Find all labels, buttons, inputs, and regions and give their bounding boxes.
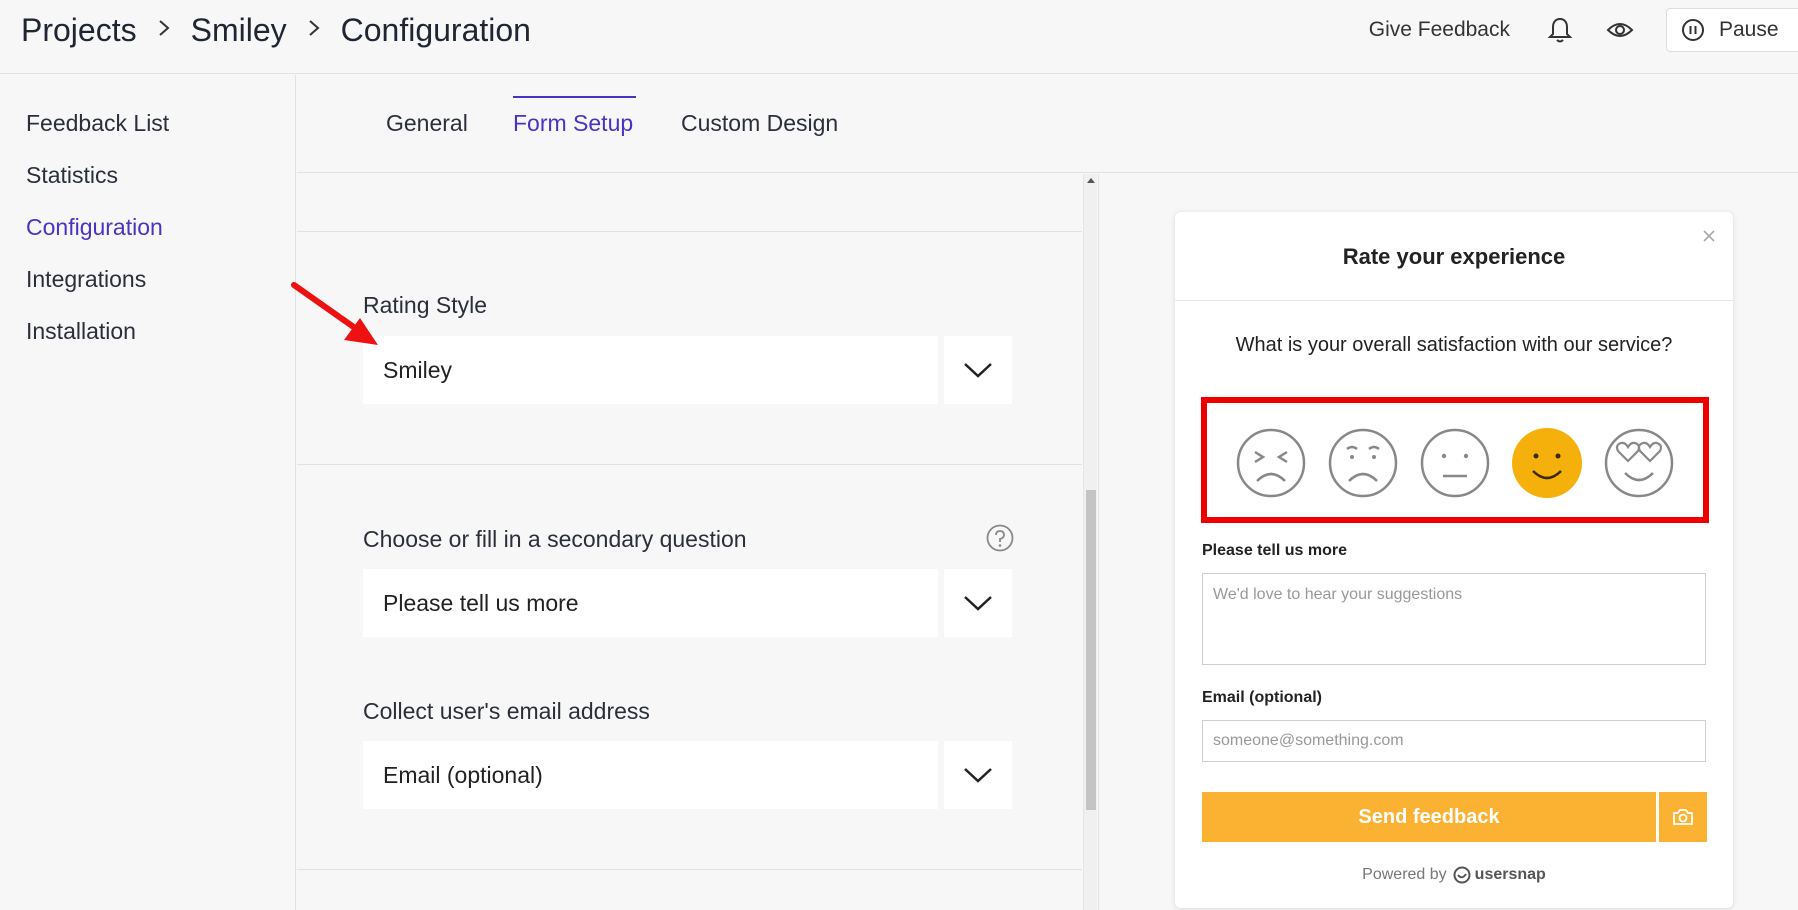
chevron-down-icon[interactable] bbox=[944, 741, 1012, 809]
pause-label: Pause bbox=[1719, 18, 1779, 41]
form-setup-pane: Rating Style Smiley Choose or fill in a … bbox=[297, 174, 1082, 910]
header-actions: Give Feedback Pause bbox=[1369, 8, 1798, 52]
comment-label: Please tell us more bbox=[1202, 542, 1347, 559]
smiley-very-unhappy-icon[interactable] bbox=[1235, 427, 1307, 499]
send-feedback-button[interactable]: Send feedback bbox=[1202, 792, 1656, 842]
chevron-down-icon[interactable] bbox=[944, 336, 1012, 404]
scroll-thumb[interactable] bbox=[1086, 490, 1096, 810]
feedback-widget: Rate your experience What is your overal… bbox=[1175, 212, 1733, 908]
form-scrollbar[interactable] bbox=[1083, 174, 1097, 910]
camera-button[interactable] bbox=[1659, 792, 1707, 842]
powered-by-label: Powered by bbox=[1362, 866, 1447, 883]
eye-icon[interactable] bbox=[1606, 16, 1634, 44]
bell-icon[interactable] bbox=[1546, 16, 1574, 44]
email-collection-value: Email (optional) bbox=[363, 741, 938, 809]
give-feedback-link[interactable]: Give Feedback bbox=[1369, 18, 1510, 42]
widget-title: Rate your experience bbox=[1342, 244, 1566, 269]
rating-style-value: Smiley bbox=[363, 336, 938, 404]
comment-textarea[interactable]: We'd love to hear your suggestions bbox=[1202, 573, 1706, 665]
email-input[interactable]: someone@something.com bbox=[1202, 720, 1706, 762]
widget-divider bbox=[1175, 300, 1733, 301]
widget-question: What is your overall satisfaction with o… bbox=[1235, 334, 1673, 356]
tab-form-setup[interactable]: Form Setup bbox=[513, 110, 633, 137]
email-collection-select[interactable]: Email (optional) bbox=[363, 741, 1012, 809]
section-divider bbox=[297, 231, 1082, 232]
secondary-question-select[interactable]: Please tell us more bbox=[363, 569, 1012, 637]
email-collection-label: Collect user's email address bbox=[363, 698, 650, 724]
smiley-rating bbox=[1235, 427, 1675, 499]
smiley-highlight-box bbox=[1201, 397, 1709, 523]
chevron-down-icon[interactable] bbox=[944, 569, 1012, 637]
smiley-happy-icon-selected[interactable] bbox=[1511, 427, 1583, 499]
section-divider bbox=[297, 464, 1082, 465]
smiley-love-icon[interactable] bbox=[1603, 427, 1675, 499]
close-icon[interactable] bbox=[1701, 228, 1717, 244]
powered-by: Powered by usersnap bbox=[1175, 866, 1733, 884]
smiley-neutral-icon[interactable] bbox=[1419, 427, 1491, 499]
widget-preview-pane: Rate your experience What is your overal… bbox=[1098, 174, 1798, 910]
email-label: Email (optional) bbox=[1202, 689, 1322, 706]
section-divider bbox=[297, 869, 1082, 870]
annotation-arrow bbox=[291, 282, 378, 345]
rating-style-select[interactable]: Smiley bbox=[363, 336, 1012, 404]
usersnap-logo-icon bbox=[1453, 866, 1471, 884]
secondary-question-label: Choose or fill in a secondary question bbox=[363, 526, 747, 552]
config-tabs: General Form Setup Custom Design bbox=[297, 75, 1798, 173]
help-icon[interactable] bbox=[986, 524, 1014, 552]
smiley-unhappy-icon[interactable] bbox=[1327, 427, 1399, 499]
usersnap-brand[interactable]: usersnap bbox=[1475, 866, 1546, 884]
pause-icon bbox=[1682, 19, 1704, 41]
scroll-up-arrow[interactable] bbox=[1087, 178, 1095, 183]
pause-button[interactable]: Pause bbox=[1666, 8, 1798, 52]
camera-icon bbox=[1673, 809, 1693, 825]
active-tab-indicator bbox=[513, 96, 636, 98]
tab-custom-design[interactable]: Custom Design bbox=[681, 110, 838, 137]
secondary-question-value: Please tell us more bbox=[363, 569, 938, 637]
